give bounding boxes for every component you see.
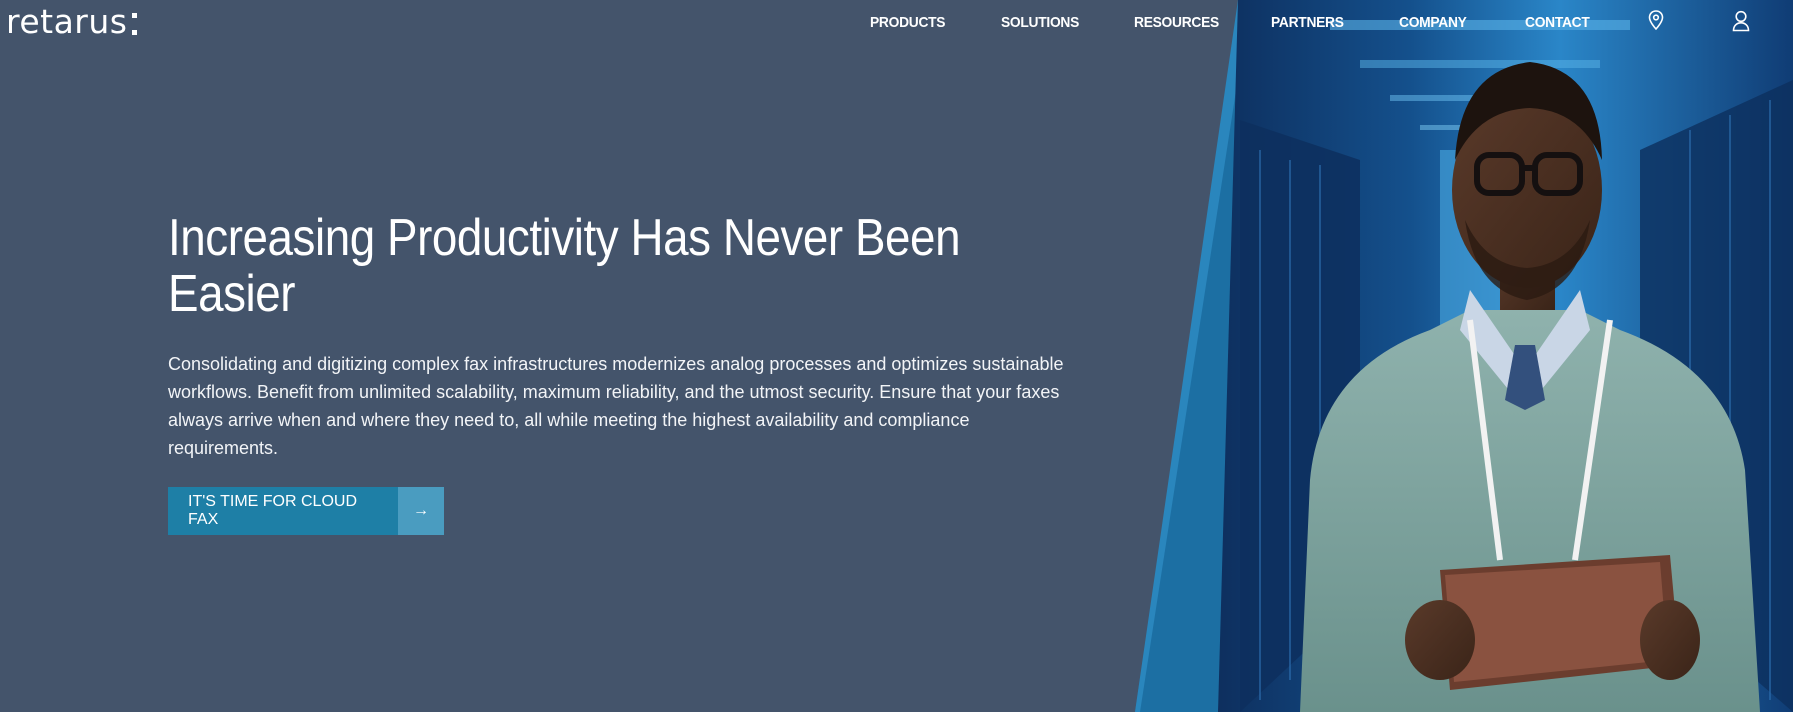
location-pin-icon[interactable]	[1648, 10, 1664, 35]
hero-description: Consolidating and digitizing complex fax…	[168, 354, 1064, 458]
logo-text: retarus	[6, 2, 128, 41]
nav-resources[interactable]: RESOURCES	[1134, 14, 1219, 31]
nav-company[interactable]: COMPANY	[1399, 14, 1467, 31]
nav-contact[interactable]: CONTACT	[1525, 14, 1590, 31]
nav-solutions[interactable]: SOLUTIONS	[1001, 14, 1079, 31]
cta-label: IT'S TIME FOR CLOUD FAX	[168, 487, 398, 535]
cloud-fax-cta-button[interactable]: IT'S TIME FOR CLOUD FAX →	[168, 487, 444, 535]
arrow-right-icon: →	[398, 487, 444, 535]
site-header: retarus PRODUCTS SOLUTIONS RESOURCES PAR…	[0, 0, 1793, 46]
nav-partners[interactable]: PARTNERS	[1271, 14, 1344, 31]
hero-title: Increasing Productivity Has Never Been E…	[168, 209, 961, 323]
user-account-icon[interactable]	[1732, 10, 1750, 37]
nav-products[interactable]: PRODUCTS	[870, 14, 946, 31]
retarus-logo[interactable]: retarus	[6, 2, 138, 41]
hero-section: Increasing Productivity Has Never Been E…	[168, 210, 1078, 535]
logo-colon-mark	[132, 12, 138, 35]
